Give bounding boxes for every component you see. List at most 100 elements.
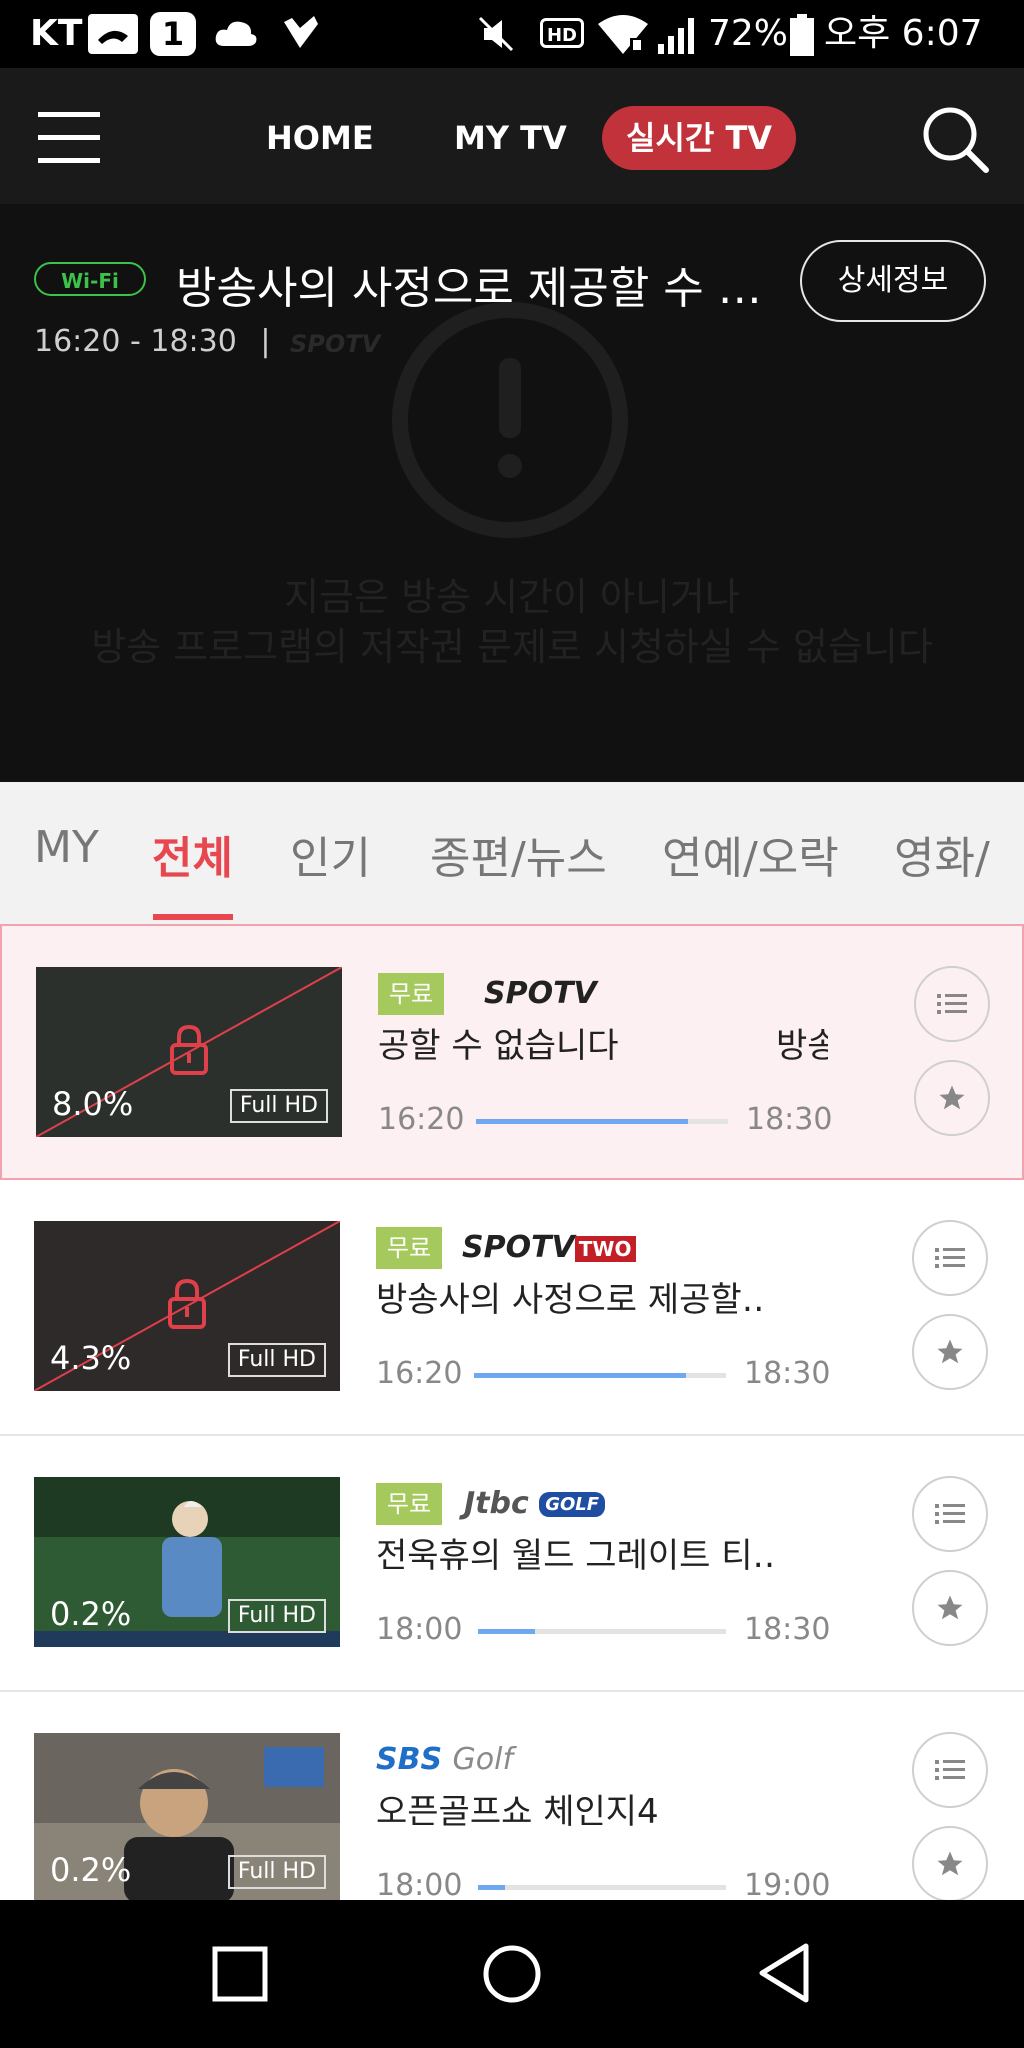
channel-logo: SBS Golf: [376, 1742, 513, 1777]
channel-logo-suffix: TWO: [574, 1235, 636, 1262]
end-time: 18:30: [746, 1102, 833, 1137]
search-icon[interactable]: [920, 104, 990, 174]
tab-news[interactable]: 종편/뉴스: [430, 822, 607, 886]
channel-row[interactable]: 0.2% Full HD 무료 Jtbc GOLF 전욱휴의 월드 그레이트 티…: [0, 1436, 1024, 1692]
genie-icon: [88, 14, 138, 54]
channel-logo-text: SBS: [376, 1742, 443, 1777]
nav-live-tv[interactable]: 실시간 TV: [602, 106, 797, 170]
channel-thumbnail: 4.3% Full HD: [34, 1221, 340, 1391]
channel-row[interactable]: 0.2% Full HD SBS Golf 오픈골프쇼 체인지4 18:00 1…: [0, 1692, 1024, 1900]
program-title: 전욱휴의 월드 그레이트 티‥: [376, 1536, 776, 1576]
hd-icon: HD: [540, 18, 584, 48]
start-time: 18:00: [376, 1868, 463, 1900]
favorite-button[interactable]: [912, 1314, 988, 1390]
channel-thumbnail: 0.2% Full HD: [34, 1733, 340, 1900]
quality-badge: Full HD: [227, 1599, 326, 1633]
video-player[interactable]: Wi-Fi 방송사의 사정으로 제공할 수 없습니다 상세정보 16:20 - …: [0, 204, 1024, 782]
star-icon: [937, 1595, 963, 1620]
one-icon: 1: [150, 12, 196, 56]
tab-movie[interactable]: 영화/: [894, 822, 990, 886]
schedule-button[interactable]: [912, 1732, 988, 1808]
end-time: 18:30: [744, 1612, 831, 1647]
wifi-badge: Wi-Fi: [34, 262, 146, 296]
tab-popular[interactable]: 인기: [290, 822, 371, 886]
schedule-button[interactable]: [914, 966, 990, 1042]
active-tab-indicator: [153, 914, 233, 920]
time-separator: |: [260, 324, 271, 359]
channel-thumbnail: 8.0% Full HD: [36, 967, 342, 1137]
list-icon: [935, 1760, 965, 1780]
channel-logo: Jtbc GOLF: [464, 1486, 606, 1521]
progress-bar: [478, 1885, 726, 1890]
status-bar: KT 1 HD 72% 오후 6:07: [0, 0, 1024, 68]
free-badge: 무료: [376, 1483, 442, 1525]
mute-icon: [478, 16, 514, 52]
favorite-button[interactable]: [912, 1570, 988, 1646]
channel-logo-suffix: Golf: [452, 1742, 514, 1777]
menu-icon[interactable]: [38, 110, 100, 164]
list-icon: [935, 1248, 965, 1268]
end-time: 18:30: [744, 1356, 831, 1391]
cloud-icon: [215, 21, 257, 46]
warning-icon: [392, 302, 628, 538]
tab-all[interactable]: 전체: [152, 822, 233, 886]
channel-logo-faded: SPOTV: [290, 330, 381, 358]
progress-bar: [478, 1629, 726, 1634]
channel-logo-suffix: GOLF: [539, 1492, 606, 1517]
start-time: 16:20: [376, 1356, 463, 1391]
progress-fill: [478, 1629, 536, 1634]
nav-my-tv[interactable]: MY TV: [454, 106, 567, 170]
channel-row[interactable]: 4.3% Full HD 무료 SPOTV TWO 방송사의 사정으로 제공할‥ …: [0, 1180, 1024, 1436]
system-nav-bar: [0, 1900, 1024, 2048]
schedule-button[interactable]: [912, 1476, 988, 1552]
program-time: 16:20 - 18:30 |: [34, 324, 270, 359]
channel-row[interactable]: 8.0% Full HD 무료 SPOTV 공할 수 없습니다 방송 16:20…: [0, 924, 1024, 1180]
wifi-icon: [598, 15, 648, 54]
progress-bar: [476, 1119, 728, 1124]
star-icon: [937, 1339, 963, 1364]
signal-icon: [658, 18, 694, 54]
channel-list: 8.0% Full HD 무료 SPOTV 공할 수 없습니다 방송 16:20…: [0, 924, 1024, 1900]
unavailable-message-line2: 방송 프로그램의 저작권 문제로 시청하실 수 없습니다: [91, 625, 933, 669]
channel-logo-text: SPOTV: [462, 1230, 575, 1265]
tab-my[interactable]: MY: [34, 822, 99, 873]
check-icon: [284, 16, 318, 48]
program-title: 방송사의 사정으로 제공할 수 없습니다: [176, 263, 786, 314]
list-icon: [937, 994, 967, 1014]
recent-apps-icon[interactable]: [212, 1946, 268, 2002]
detail-info-button[interactable]: 상세정보: [800, 240, 986, 322]
progress-fill: [474, 1373, 686, 1378]
favorite-button[interactable]: [914, 1060, 990, 1136]
lock-icon: [168, 1279, 206, 1329]
time-range: 16:20 - 18:30: [34, 324, 237, 359]
favorite-button[interactable]: [912, 1826, 988, 1900]
program-title-next: 방송: [776, 1026, 828, 1066]
clock: 오후 6:07: [824, 13, 983, 54]
program-title: 오픈골프쇼 체인지4: [376, 1792, 659, 1832]
start-time: 16:20: [378, 1102, 465, 1137]
nav-home[interactable]: HOME: [266, 106, 374, 170]
free-badge: 무료: [378, 973, 444, 1015]
schedule-button[interactable]: [912, 1220, 988, 1296]
viewer-rating: 0.2%: [50, 1851, 132, 1889]
list-icon: [935, 1504, 965, 1524]
unavailable-message-line1: 지금은 방송 시간이 아니거나: [284, 575, 740, 619]
carrier-label: KT: [30, 13, 83, 54]
quality-badge: Full HD: [227, 1343, 326, 1377]
free-badge: 무료: [376, 1227, 442, 1269]
home-icon[interactable]: [482, 1944, 542, 2004]
back-icon[interactable]: [756, 1942, 812, 2004]
battery-icon: [790, 14, 814, 56]
top-nav: HOME MY TV 실시간 TV: [0, 68, 1024, 204]
star-icon: [939, 1085, 965, 1110]
tab-entertainment[interactable]: 연예/오락: [662, 822, 839, 886]
star-icon: [937, 1851, 963, 1876]
channel-logo: SPOTV TWO: [462, 1230, 636, 1265]
progress-fill: [476, 1119, 688, 1124]
viewer-rating: 8.0%: [52, 1085, 134, 1123]
battery-percent: 72%: [708, 13, 789, 54]
progress-fill: [478, 1885, 506, 1890]
end-time: 19:00: [744, 1868, 831, 1900]
viewer-rating: 0.2%: [50, 1595, 132, 1633]
channel-logo: SPOTV: [484, 976, 597, 1011]
